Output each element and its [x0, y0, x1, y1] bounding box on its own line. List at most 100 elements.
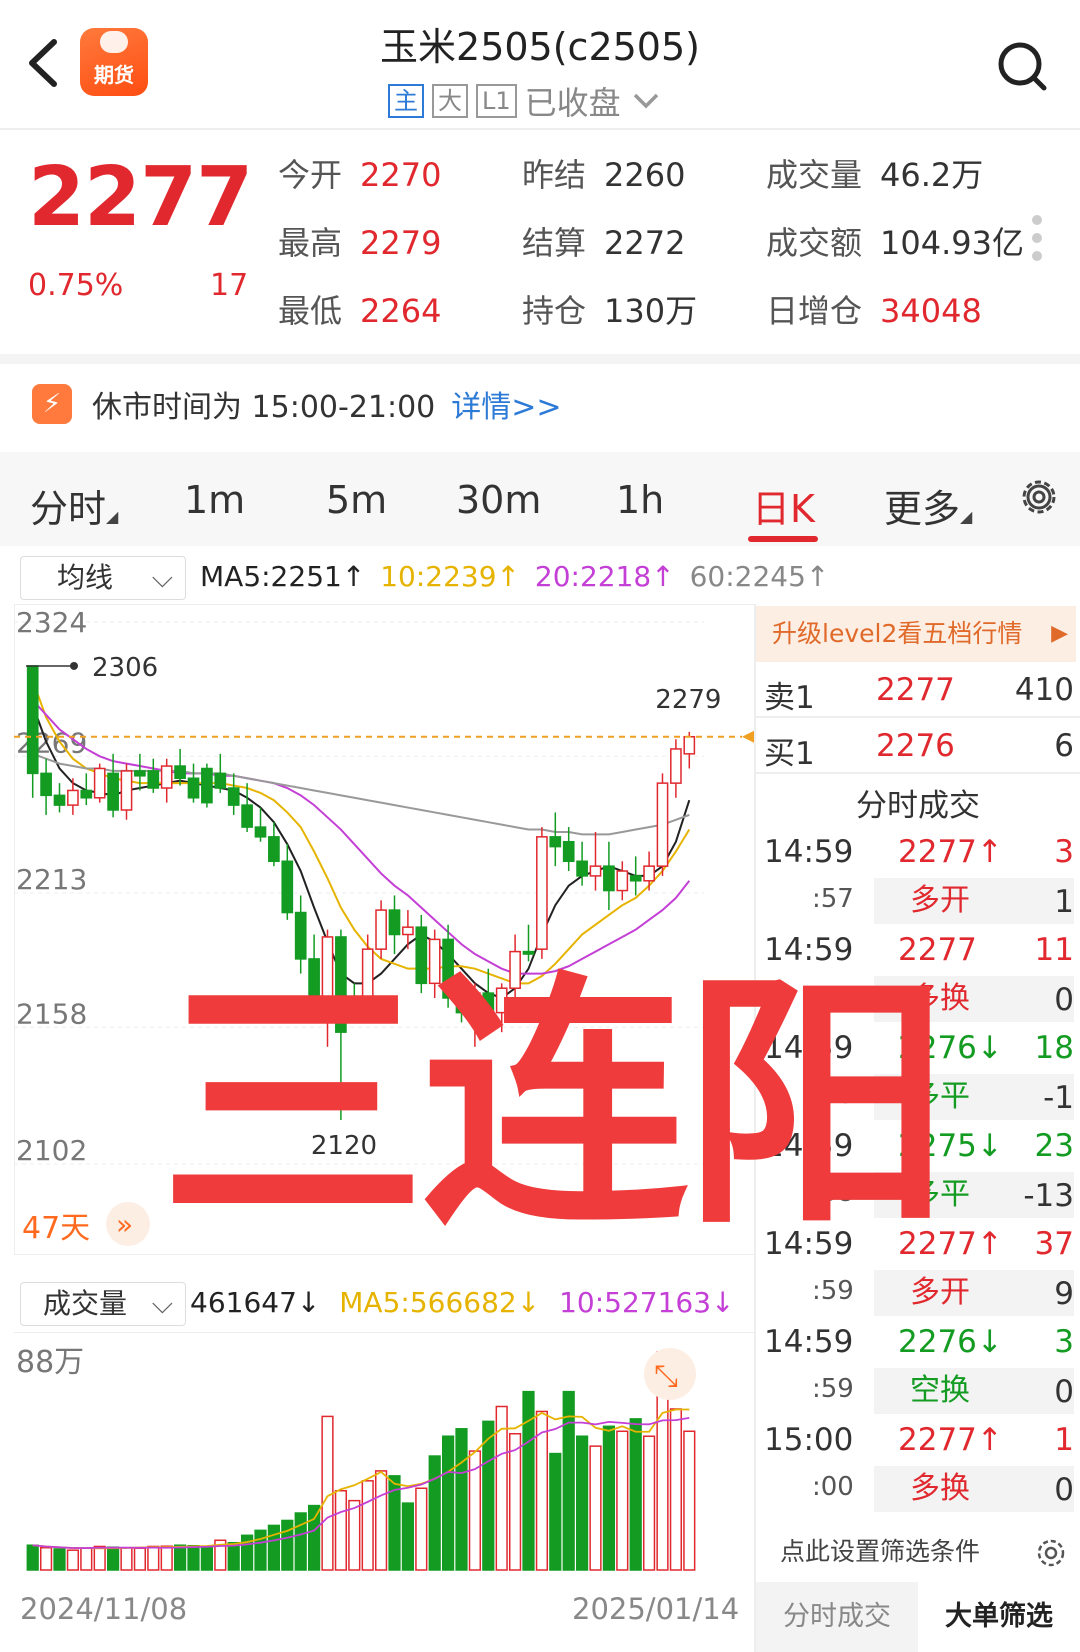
volume-ymax-label: 88万	[16, 1345, 84, 1380]
indicator-select[interactable]: 均线 ⌵	[20, 556, 186, 600]
tick-volume: 3	[1054, 834, 1074, 870]
ma5-value: MA5:2251↑	[200, 560, 366, 593]
volume-bar	[562, 1390, 575, 1571]
details-link[interactable]: 详情>>	[451, 382, 561, 426]
ma-line-ma10	[31, 680, 691, 985]
tab-timeshare[interactable]: 分时◢	[30, 478, 118, 533]
market-status: 已收盘	[524, 84, 621, 122]
tick-seconds: :00	[812, 1472, 854, 1502]
tab-30m[interactable]: 30m	[456, 478, 541, 522]
tick-volume: 23	[1034, 1128, 1074, 1164]
quote-field-value: 2279	[360, 224, 442, 262]
volume-bar	[669, 1408, 683, 1571]
volume-bar	[267, 1524, 281, 1571]
quote-field: 今开 2270	[278, 150, 441, 196]
quote-field: 成交额 104.93亿	[766, 218, 1024, 264]
volume-bar	[66, 1549, 80, 1571]
more-dots-icon[interactable]	[1032, 215, 1042, 269]
candle-body	[576, 860, 588, 877]
upgrade-level2-banner[interactable]: 升级level2看五档行情 ▶	[756, 606, 1076, 662]
quote-field-value: 2272	[604, 224, 686, 262]
quote-field: 最高 2279	[278, 218, 441, 264]
volume-bar	[53, 1548, 66, 1571]
candle-body	[93, 767, 106, 799]
volume-bar	[683, 1430, 696, 1571]
tick-price: 2277↑	[898, 1422, 1003, 1458]
candle-body	[562, 840, 575, 863]
quote-field-label: 最低	[278, 292, 343, 330]
tab-more[interactable]: 更多◢	[884, 478, 972, 533]
volume-bar	[173, 1544, 187, 1571]
tick-seconds: :57	[812, 884, 854, 914]
lightning-icon: ⚡	[32, 384, 72, 424]
volume-bar	[441, 1435, 455, 1571]
candle-body	[107, 772, 119, 811]
tick-seconds: :59	[812, 1374, 854, 1404]
candle-body	[536, 836, 548, 950]
volume-bar	[415, 1487, 428, 1571]
filter-settings-button[interactable]: 点此设置筛选条件	[756, 1524, 1080, 1580]
volume-bar	[549, 1452, 562, 1571]
volume-chart[interactable]: 88万 ⤡	[14, 1332, 756, 1580]
quote-field-value: 2270	[360, 156, 442, 194]
badge-main: 主	[388, 84, 424, 118]
tick-time: 15:00	[764, 1422, 854, 1458]
max-marker-dot	[70, 661, 78, 670]
candle-body	[388, 909, 401, 936]
tab-daily-k[interactable]: 日K	[752, 478, 815, 533]
page-title: 玉米2505(c2505)	[380, 25, 700, 69]
chevron-down-icon	[633, 93, 658, 109]
tab-5m[interactable]: 5m	[326, 478, 387, 522]
quote-field-value: 46.2万	[880, 156, 984, 194]
volume-bar	[334, 1489, 348, 1571]
volume-bar	[160, 1545, 173, 1571]
divider	[0, 354, 1080, 364]
tab-large-order-filter[interactable]: 大单筛选	[918, 1582, 1080, 1652]
volume-bar	[374, 1470, 388, 1571]
candle-body	[40, 772, 52, 797]
tick-volume: 1	[1054, 1422, 1074, 1458]
tick-volume: 18	[1034, 1030, 1074, 1066]
candle-body	[643, 865, 655, 882]
volume-bar	[307, 1504, 321, 1571]
chevron-down-icon: ⌵	[151, 561, 173, 594]
change-value: 17	[210, 268, 249, 303]
quote-field: 结算 2272	[522, 218, 685, 264]
contract-subtitle[interactable]: 主 大 L1 已收盘	[388, 78, 663, 124]
volume-indicator-select[interactable]: 成交量 ⌵	[20, 1282, 186, 1326]
volume-values: 461647↓ MA5:566682↓ 10:527163↓	[190, 1286, 735, 1319]
tick-volume: 11	[1034, 932, 1074, 968]
candle-body	[214, 772, 227, 789]
candle-body	[603, 865, 615, 892]
search-icon[interactable]	[996, 40, 1048, 92]
quote-field: 昨结 2260	[522, 150, 685, 196]
quote-field: 成交量 46.2万	[766, 150, 983, 196]
tick-oi-change: -1	[1043, 1080, 1074, 1116]
quote-field-label: 成交量	[766, 156, 863, 194]
quote-field-value: 2260	[604, 156, 686, 194]
y-tick-label: 2158	[16, 997, 87, 1030]
double-chevron-icon: »	[116, 1208, 133, 1241]
candle-body	[683, 735, 696, 755]
volume-bar	[133, 1547, 147, 1571]
candle-body	[268, 836, 280, 863]
volume-bar	[321, 1415, 334, 1571]
period-days-label: 47天	[22, 1211, 90, 1246]
y-tick-label: 2213	[16, 863, 87, 896]
volume-bar	[455, 1428, 468, 1571]
quote-field: 最低 2264	[278, 286, 441, 332]
tab-tick-trades[interactable]: 分时成交	[756, 1582, 918, 1652]
ma-line-ma20	[31, 699, 691, 975]
tick-oi-change: 0	[1054, 1374, 1074, 1410]
chart-settings-gear-icon[interactable]	[1016, 474, 1062, 520]
tab-1h[interactable]: 1h	[616, 478, 664, 522]
volume-bar	[616, 1430, 629, 1571]
divider	[756, 716, 1080, 718]
start-date: 2024/11/08	[20, 1592, 188, 1626]
tick-type: 多开	[874, 1270, 1074, 1316]
tab-1m[interactable]: 1m	[184, 478, 245, 522]
sell1-price: 2277	[876, 672, 955, 708]
market-closed-notice: ⚡ 休市时间为 15:00-21:00 详情>>	[32, 382, 562, 426]
candle-body	[254, 826, 267, 838]
candle-body	[201, 767, 213, 804]
